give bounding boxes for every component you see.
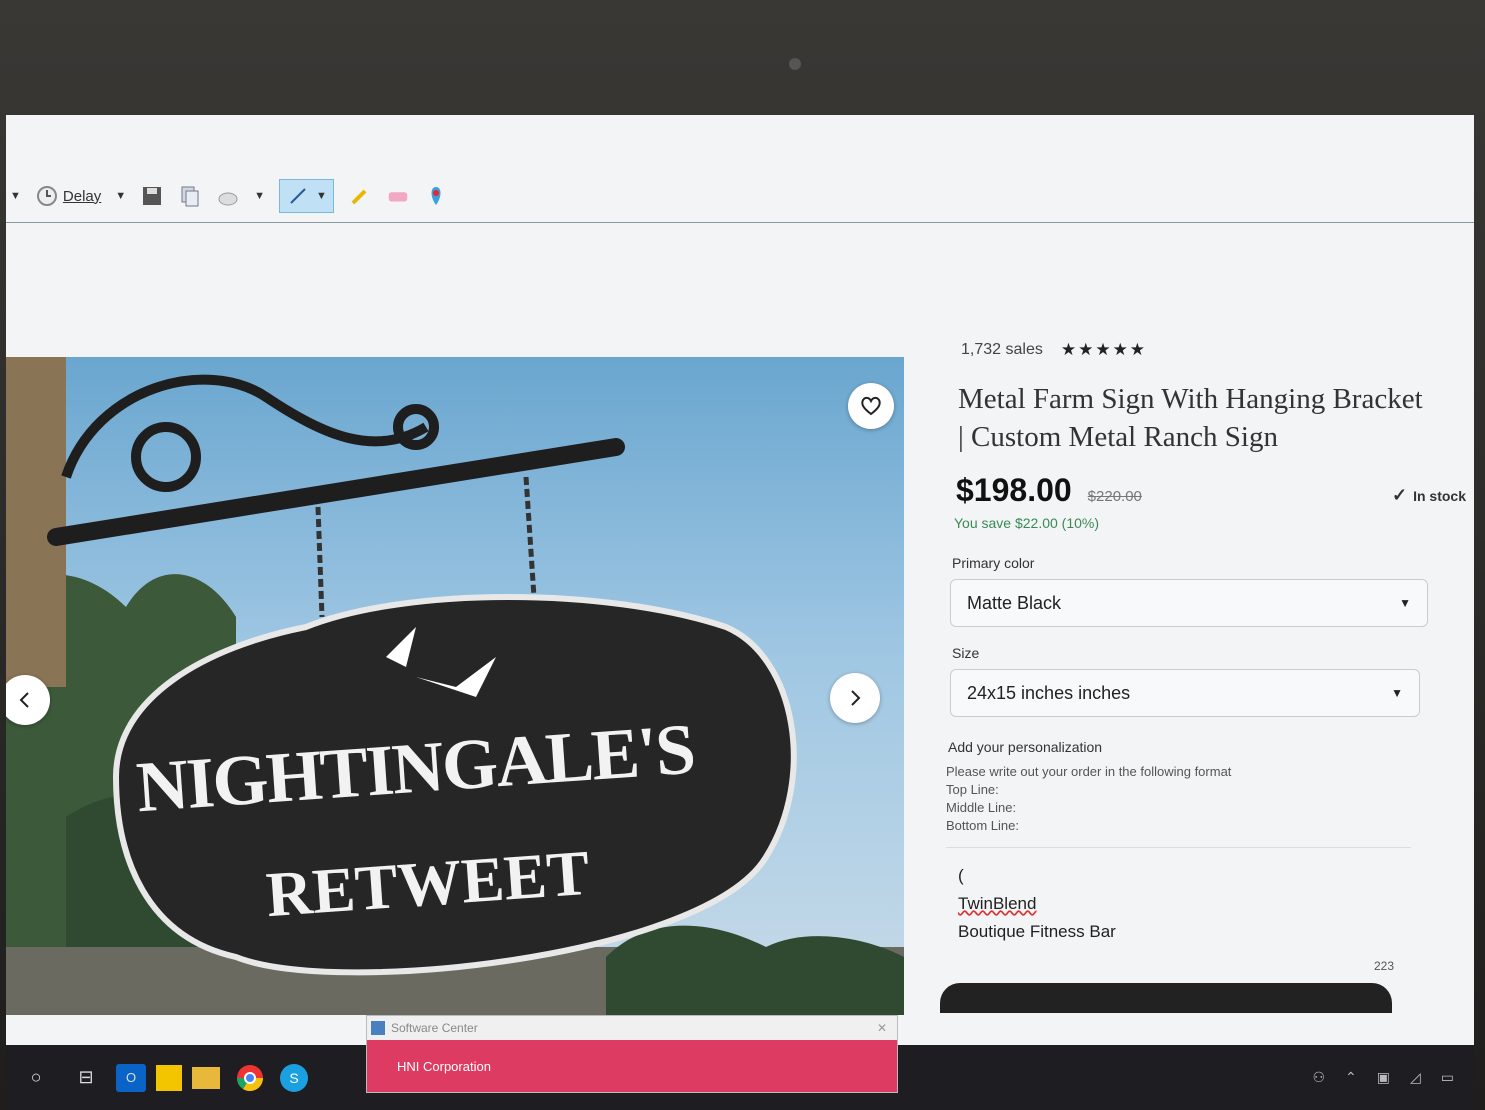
size-select[interactable]: 24x15 inches inches ▼: [950, 669, 1420, 717]
send-dropdown-caret[interactable]: ▼: [254, 190, 265, 202]
save-icon[interactable]: [140, 184, 164, 208]
primary-color-value: Matte Black: [967, 592, 1062, 613]
personalization-textarea[interactable]: ( TwinBlend Boutique Fitness Bar: [946, 847, 1411, 957]
misspelled-word: TwinBlend: [958, 894, 1037, 913]
clock-icon: [35, 184, 59, 208]
notification-header: Software Center ✕: [367, 1016, 897, 1040]
system-tray: ⚇ ⌃ ▣ ◿ ▭: [1312, 1069, 1454, 1086]
software-center-notification[interactable]: Software Center ✕ HNI Corporation: [366, 1015, 898, 1093]
notification-title: Software Center: [391, 1021, 478, 1035]
screen: ▼ Delay ▼ ▼ ▼ NIGHTINGALE'S RETWEET 1,73…: [6, 115, 1474, 1110]
file-explorer-icon[interactable]: [192, 1066, 220, 1089]
next-image-button[interactable]: [830, 673, 880, 723]
network-icon[interactable]: ▣: [1377, 1069, 1390, 1086]
instruction-line: Bottom Line:: [946, 818, 1019, 833]
skype-icon[interactable]: S: [280, 1063, 308, 1092]
delay-dropdown-caret[interactable]: ▼: [115, 190, 126, 202]
highlighter-icon[interactable]: [348, 184, 372, 208]
star-rating[interactable]: ★★★★★: [1061, 340, 1147, 360]
notification-body: HNI Corporation: [367, 1040, 897, 1092]
checkmark-icon: ✓: [1392, 485, 1408, 505]
favorite-button[interactable]: [848, 383, 894, 429]
char-count: 223: [1373, 959, 1394, 973]
personalization-text-line: TwinBlend: [958, 890, 1399, 918]
price-row: $198.00 $220.00 ✓ In stock: [956, 472, 1466, 509]
outlook-icon[interactable]: O: [116, 1063, 146, 1092]
chevron-up-icon[interactable]: ⌃: [1345, 1069, 1357, 1086]
battery-icon[interactable]: ▭: [1441, 1069, 1454, 1086]
stock-status: ✓ In stock: [1392, 485, 1466, 506]
pen-icon[interactable]: [286, 184, 310, 208]
people-icon[interactable]: ⚇: [1312, 1069, 1325, 1086]
sales-row: 1,732 sales ★★★★★: [961, 340, 1466, 360]
webcam: [789, 58, 801, 70]
primary-color-select[interactable]: Matte Black ▼: [950, 579, 1428, 627]
chevron-right-icon: [851, 690, 861, 706]
add-to-cart-button[interactable]: [940, 983, 1392, 1013]
savings-text: You save $22.00 (10%): [954, 515, 1100, 531]
size-value: 24x15 inches inches: [967, 682, 1131, 703]
personalization-instructions: Please write out your order in the follo…: [946, 763, 1466, 835]
size-label: Size: [952, 645, 980, 661]
eraser-icon[interactable]: [386, 184, 410, 208]
instruction-line: Middle Line:: [946, 800, 1017, 815]
heart-icon: [861, 396, 881, 416]
personalization-text-line: (: [958, 866, 964, 885]
product-info: 1,732 sales ★★★★★ Metal Farm Sign With H…: [946, 340, 1466, 973]
product-title-line-1: Metal Farm Sign With Hanging Bracket: [958, 383, 1423, 415]
product-title: Metal Farm Sign With Hanging Bracket | C…: [958, 380, 1466, 456]
search-icon[interactable]: ○: [16, 1058, 56, 1098]
copy-icon[interactable]: [178, 184, 202, 208]
current-price: $198.00: [956, 472, 1072, 508]
close-icon[interactable]: ✕: [877, 1021, 887, 1035]
sticky-notes-icon[interactable]: [156, 1064, 182, 1091]
send-icon[interactable]: [216, 184, 240, 208]
product-image[interactable]: NIGHTINGALE'S RETWEET: [6, 357, 904, 1015]
primary-color-label: Primary color: [952, 555, 1035, 571]
paint-3d-icon[interactable]: [424, 184, 448, 208]
chrome-icon[interactable]: [230, 1058, 270, 1098]
sales-count: 1,732 sales: [961, 341, 1043, 358]
instruction-line: Top Line:: [946, 782, 999, 797]
mode-dropdown-caret[interactable]: ▼: [10, 190, 21, 202]
instruction-line: Please write out your order in the follo…: [946, 764, 1232, 779]
volume-icon[interactable]: ◿: [1410, 1069, 1421, 1086]
personalization-text-line: Boutique Fitness Bar: [958, 922, 1116, 941]
chevron-down-icon: ▼: [1391, 686, 1403, 700]
product-title-line-2: | Custom Metal Ranch Sign: [958, 421, 1278, 453]
snipping-toolbar: ▼ Delay ▼ ▼ ▼: [6, 170, 1474, 223]
pen-tool-group[interactable]: ▼: [279, 179, 334, 213]
pen-dropdown-caret[interactable]: ▼: [316, 190, 327, 202]
delay-button[interactable]: Delay: [35, 184, 101, 208]
chevron-down-icon: ▼: [1399, 596, 1411, 610]
chevron-left-icon: [19, 692, 29, 708]
original-price: $220.00: [1087, 488, 1142, 505]
task-view-icon[interactable]: ⊟: [66, 1058, 106, 1098]
stock-label: In stock: [1413, 488, 1466, 504]
delay-label: Delay: [62, 187, 102, 205]
personalization-label: Add your personalization: [948, 739, 1103, 755]
software-center-icon: [371, 1021, 385, 1035]
